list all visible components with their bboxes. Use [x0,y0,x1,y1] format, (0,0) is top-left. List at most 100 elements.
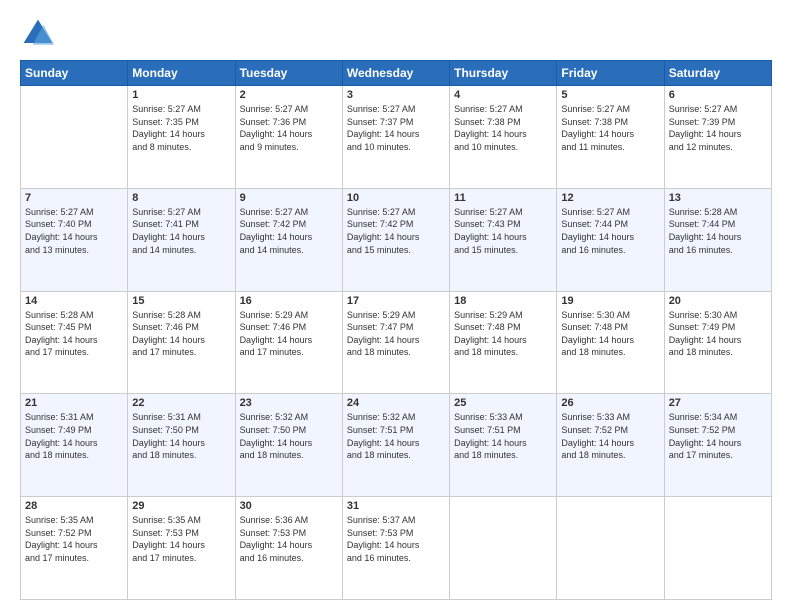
day-number: 5 [561,89,659,101]
day-info: Sunrise: 5:35 AM Sunset: 7:52 PM Dayligh… [25,514,123,564]
week-row-4: 21 Sunrise: 5:31 AM Sunset: 7:49 PM Dayli… [21,394,772,497]
day-cell: 14Sunrise: 5:28 AM Sunset: 7:45 PM Dayli… [21,291,128,394]
day-info: Sunrise: 5:29 AM Sunset: 7:48 PM Dayligh… [454,309,552,359]
week-row-1: 1 Sunrise: 5:27 AM Sunset: 7:35 PM Daylig… [21,86,772,189]
day-cell: 28Sunrise: 5:35 AM Sunset: 7:52 PM Dayli… [21,497,128,600]
day-info: Sunrise: 5:31 AM Sunset: 7:50 PM Dayligh… [132,411,230,461]
logo [20,16,60,52]
day-number: 8 [132,192,230,204]
day-info: Sunrise: 5:32 AM Sunset: 7:51 PM Dayligh… [347,411,445,461]
day-number: 19 [561,295,659,307]
day-number: 14 [25,295,123,307]
day-cell: 15 Sunrise: 5:28 AM Sunset: 7:46 PM Dayli… [128,291,235,394]
day-info: Sunrise: 5:30 AM Sunset: 7:49 PM Dayligh… [669,309,767,359]
day-info: Sunrise: 5:27 AM Sunset: 7:41 PM Dayligh… [132,206,230,256]
day-info: Sunrise: 5:27 AM Sunset: 7:42 PM Dayligh… [347,206,445,256]
day-info: Sunrise: 5:27 AM Sunset: 7:37 PM Dayligh… [347,103,445,153]
day-info: Sunrise: 5:27 AM Sunset: 7:40 PM Dayligh… [25,206,123,256]
logo-icon [20,16,56,52]
day-info: Sunrise: 5:30 AM Sunset: 7:48 PM Dayligh… [561,309,659,359]
day-info: Sunrise: 5:28 AM Sunset: 7:46 PM Dayligh… [132,309,230,359]
day-number: 24 [347,397,445,409]
day-cell: 19 Sunrise: 5:30 AM Sunset: 7:48 PM Dayli… [557,291,664,394]
col-header-wednesday: Wednesday [342,61,449,86]
day-cell: 8 Sunrise: 5:27 AM Sunset: 7:41 PM Daylig… [128,188,235,291]
day-cell: 2 Sunrise: 5:27 AM Sunset: 7:36 PM Daylig… [235,86,342,189]
day-cell: 16 Sunrise: 5:29 AM Sunset: 7:46 PM Dayli… [235,291,342,394]
day-cell: 6 Sunrise: 5:27 AM Sunset: 7:39 PM Daylig… [664,86,771,189]
day-number: 16 [240,295,338,307]
day-cell: 27 Sunrise: 5:34 AM Sunset: 7:52 PM Dayli… [664,394,771,497]
col-header-friday: Friday [557,61,664,86]
day-cell: 4Sunrise: 5:27 AM Sunset: 7:38 PM Daylig… [450,86,557,189]
day-cell [664,497,771,600]
day-cell: 10Sunrise: 5:27 AM Sunset: 7:42 PM Dayli… [342,188,449,291]
day-cell [557,497,664,600]
col-header-monday: Monday [128,61,235,86]
day-number: 26 [561,397,659,409]
day-number: 12 [561,192,659,204]
day-info: Sunrise: 5:35 AM Sunset: 7:53 PM Dayligh… [132,514,230,564]
day-number: 1 [132,89,230,101]
day-cell: 18 Sunrise: 5:29 AM Sunset: 7:48 PM Dayli… [450,291,557,394]
day-number: 30 [240,500,338,512]
day-info: Sunrise: 5:31 AM Sunset: 7:49 PM Dayligh… [25,411,123,461]
day-number: 11 [454,192,552,204]
day-info: Sunrise: 5:33 AM Sunset: 7:52 PM Dayligh… [561,411,659,461]
day-number: 27 [669,397,767,409]
calendar-table: SundayMondayTuesdayWednesdayThursdayFrid… [20,60,772,600]
day-cell: 17Sunrise: 5:29 AM Sunset: 7:47 PM Dayli… [342,291,449,394]
day-number: 17 [347,295,445,307]
day-info: Sunrise: 5:29 AM Sunset: 7:46 PM Dayligh… [240,309,338,359]
day-info: Sunrise: 5:27 AM Sunset: 7:38 PM Dayligh… [561,103,659,153]
day-number: 3 [347,89,445,101]
day-cell: 11 Sunrise: 5:27 AM Sunset: 7:43 PM Dayli… [450,188,557,291]
day-cell: 29 Sunrise: 5:35 AM Sunset: 7:53 PM Dayli… [128,497,235,600]
header-row: SundayMondayTuesdayWednesdayThursdayFrid… [21,61,772,86]
day-cell: 21 Sunrise: 5:31 AM Sunset: 7:49 PM Dayli… [21,394,128,497]
day-number: 31 [347,500,445,512]
day-cell: 13 Sunrise: 5:28 AM Sunset: 7:44 PM Dayli… [664,188,771,291]
day-cell: 7 Sunrise: 5:27 AM Sunset: 7:40 PM Daylig… [21,188,128,291]
day-info: Sunrise: 5:27 AM Sunset: 7:42 PM Dayligh… [240,206,338,256]
day-cell: 25Sunrise: 5:33 AM Sunset: 7:51 PM Dayli… [450,394,557,497]
day-info: Sunrise: 5:37 AM Sunset: 7:53 PM Dayligh… [347,514,445,564]
day-number: 2 [240,89,338,101]
day-number: 21 [25,397,123,409]
day-number: 9 [240,192,338,204]
day-cell [450,497,557,600]
day-number: 7 [25,192,123,204]
day-number: 29 [132,500,230,512]
day-info: Sunrise: 5:32 AM Sunset: 7:50 PM Dayligh… [240,411,338,461]
day-number: 15 [132,295,230,307]
col-header-tuesday: Tuesday [235,61,342,86]
day-cell: 26 Sunrise: 5:33 AM Sunset: 7:52 PM Dayli… [557,394,664,497]
week-row-2: 7 Sunrise: 5:27 AM Sunset: 7:40 PM Daylig… [21,188,772,291]
col-header-thursday: Thursday [450,61,557,86]
page: SundayMondayTuesdayWednesdayThursdayFrid… [0,0,792,612]
day-cell: 30 Sunrise: 5:36 AM Sunset: 7:53 PM Dayli… [235,497,342,600]
week-row-5: 28Sunrise: 5:35 AM Sunset: 7:52 PM Dayli… [21,497,772,600]
day-info: Sunrise: 5:27 AM Sunset: 7:36 PM Dayligh… [240,103,338,153]
day-number: 18 [454,295,552,307]
day-number: 23 [240,397,338,409]
day-cell: 1 Sunrise: 5:27 AM Sunset: 7:35 PM Daylig… [128,86,235,189]
day-info: Sunrise: 5:27 AM Sunset: 7:39 PM Dayligh… [669,103,767,153]
header [20,16,772,52]
day-info: Sunrise: 5:28 AM Sunset: 7:44 PM Dayligh… [669,206,767,256]
day-info: Sunrise: 5:36 AM Sunset: 7:53 PM Dayligh… [240,514,338,564]
day-info: Sunrise: 5:27 AM Sunset: 7:44 PM Dayligh… [561,206,659,256]
day-cell: 9 Sunrise: 5:27 AM Sunset: 7:42 PM Daylig… [235,188,342,291]
day-info: Sunrise: 5:34 AM Sunset: 7:52 PM Dayligh… [669,411,767,461]
day-number: 13 [669,192,767,204]
day-cell: 24 Sunrise: 5:32 AM Sunset: 7:51 PM Dayli… [342,394,449,497]
day-number: 25 [454,397,552,409]
day-info: Sunrise: 5:27 AM Sunset: 7:43 PM Dayligh… [454,206,552,256]
day-number: 6 [669,89,767,101]
day-cell: 3 Sunrise: 5:27 AM Sunset: 7:37 PM Daylig… [342,86,449,189]
day-info: Sunrise: 5:27 AM Sunset: 7:35 PM Dayligh… [132,103,230,153]
day-number: 20 [669,295,767,307]
day-cell: 22Sunrise: 5:31 AM Sunset: 7:50 PM Dayli… [128,394,235,497]
day-cell: 5 Sunrise: 5:27 AM Sunset: 7:38 PM Daylig… [557,86,664,189]
day-cell: 20 Sunrise: 5:30 AM Sunset: 7:49 PM Dayli… [664,291,771,394]
